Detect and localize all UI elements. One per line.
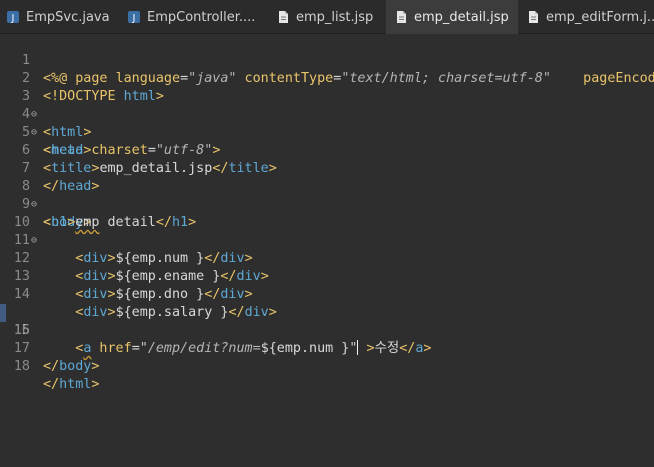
tab-emp-editform-jsp[interactable]: emp_editForm.j... — [526, 0, 654, 34]
code-line: 13 <div>${emp.dno }</div> — [0, 250, 654, 302]
close-icon[interactable]: × — [517, 10, 518, 25]
jsp-file-icon — [276, 10, 290, 24]
code-line: 5 <meta charset="utf-8"> — [0, 106, 654, 158]
code-line: 3 ⊖ <html> — [0, 70, 654, 140]
code-line: 8 ⊖ <body> — [0, 160, 654, 230]
code-line: 18 </html> — [0, 340, 654, 392]
code-line: 14 <div>${emp.salary }</div> — [0, 268, 654, 320]
jsp-file-icon — [394, 10, 408, 24]
code-line: 6 <title>emp_detail.jsp</title> — [0, 124, 654, 176]
tab-emp-detail-jsp[interactable]: emp_detail.jsp × — [386, 0, 518, 34]
tab-empsvc-java[interactable]: J EmpSvc.java — [6, 0, 126, 34]
tab-label: emp_detail.jsp — [414, 9, 509, 25]
code-line: 7 </head> — [0, 142, 654, 194]
code-line-current: 15 <a href="/emp/edit?num=${emp.num }" >… — [0, 286, 654, 356]
code-line: 9 <h1>emp detail</h1> — [0, 178, 654, 230]
code-line: 17 </body> — [0, 322, 654, 374]
jsp-file-icon — [526, 10, 540, 24]
tab-emp-list-jsp[interactable]: emp_list.jsp — [276, 0, 386, 34]
code-line: 10 ⊖ — [0, 196, 654, 246]
svg-text:J: J — [132, 13, 136, 24]
svg-text:J: J — [11, 13, 15, 24]
java-file-icon: J — [6, 10, 20, 24]
line-content: </html> — [43, 377, 100, 392]
java-file-icon: J — [127, 10, 141, 24]
code-line: 16 — [0, 304, 654, 338]
tab-empcontroller-java[interactable]: J EmpController.... — [127, 0, 257, 34]
tab-label: emp_list.jsp — [296, 9, 374, 25]
tab-label: emp_editForm.j... — [546, 9, 654, 25]
line-number: 18 — [13, 359, 30, 374]
tab-label: EmpSvc.java — [26, 9, 110, 25]
code-line: 1 <%@ page language="java" contentType="… — [0, 34, 654, 86]
tab-label: EmpController.... — [147, 9, 256, 25]
code-line: 11 <div>${emp.num }</div> — [0, 214, 654, 266]
code-line: 12 <div>${emp.ename }</div> — [0, 232, 654, 284]
code-editor[interactable]: 1 <%@ page language="java" contentType="… — [0, 34, 654, 467]
editor-tab-bar: J EmpSvc.java J EmpController.... emp_li… — [0, 0, 654, 34]
line-content: </body> — [43, 359, 100, 374]
code-line: 4 ⊖ <head> — [0, 88, 654, 158]
code-line: 2 <!DOCTYPE html> — [0, 52, 654, 104]
